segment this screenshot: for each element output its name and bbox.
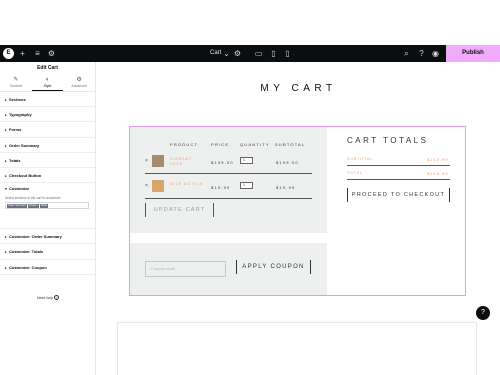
question-icon: ?	[53, 295, 59, 300]
product-price: $19.99	[211, 185, 231, 190]
page-name[interactable]: Cart	[210, 48, 221, 59]
panel-tabs: ✎ Content ◐ Style ⚙ Advanced	[0, 75, 95, 92]
tag-coupon[interactable]: Coupon	[27, 203, 39, 208]
chevron-down-icon[interactable]: ⌄	[221, 48, 232, 59]
tab-style[interactable]: ◐ Style	[31, 75, 64, 91]
tablet-icon[interactable]: ▯	[268, 48, 279, 59]
editor-sidebar: Edit Cart ✎ Content ◐ Style ⚙ Advanced ▸ Sec…	[0, 62, 96, 375]
quantity-input[interactable]: 1	[240, 182, 253, 189]
customize-header[interactable]: ▾ Customize	[5, 183, 95, 195]
section-customize-totals[interactable]: ▸ Customize: Totals	[0, 244, 95, 260]
coupon-code-input[interactable]: Coupon code	[145, 261, 226, 277]
tab-content[interactable]: ✎ Content	[0, 75, 32, 91]
need-help-link[interactable]: Need help ?	[0, 295, 96, 300]
remove-item-button[interactable]: ×	[145, 158, 148, 164]
subtotal-value: $218.99	[427, 157, 449, 162]
tab-advanced[interactable]: ⚙ Advanced	[63, 75, 95, 91]
section-order-summary[interactable]: ▸ Order Summary	[0, 138, 95, 153]
remove-item-button[interactable]: ×	[145, 183, 148, 189]
column-header-subtotal: SUBTOTAL	[275, 142, 306, 147]
help-label: Need help	[37, 296, 53, 300]
customize-description: Select sections of the cart to customize…	[5, 196, 62, 201]
product-thumbnail[interactable]	[152, 180, 164, 192]
product-price: $199.00	[211, 160, 234, 165]
section-label: Forms	[9, 127, 22, 133]
tab-label: Style	[43, 84, 52, 88]
section-customize-order-summary[interactable]: ▸ Customize: Order Summary	[0, 229, 95, 245]
add-icon[interactable]: +	[17, 48, 28, 59]
preview-icon[interactable]: ◉	[430, 48, 441, 59]
tab-label: Advanced	[71, 84, 87, 88]
gear-icon: ⚙	[76, 77, 82, 83]
section-label: Customize: Coupon	[9, 264, 47, 270]
section-label: Typography	[9, 112, 32, 118]
desktop-icon[interactable]: ▭	[253, 48, 264, 59]
row-divider	[145, 173, 312, 174]
help-fab-icon[interactable]: ?	[476, 306, 490, 320]
elementor-logo-icon[interactable]: E	[3, 48, 14, 59]
section-label: Totals	[9, 157, 21, 163]
panel-title: Edit Cart	[37, 65, 58, 71]
publish-button[interactable]: Publish	[446, 45, 500, 62]
mobile-icon[interactable]: ▯	[282, 48, 293, 59]
section-label: Customize: Order Summary	[9, 234, 62, 240]
totals-divider	[347, 179, 450, 180]
total-label: TOTAL	[347, 171, 363, 175]
tab-label: Content	[9, 84, 22, 88]
page-title: MY CART	[260, 83, 337, 94]
column-header-quantity: QUANTITY	[240, 142, 270, 147]
section-label: Sections	[9, 97, 26, 102]
section-typography[interactable]: ▸ Typography	[0, 107, 95, 123]
product-subtotal: $199.00	[276, 160, 299, 165]
top-toolbar: E + ≡ ⚙ Cart ⌄ ⚙ ▭ ▯ ▯ ⌕ ? ◉	[0, 45, 500, 62]
section-label: Order Summary	[9, 142, 40, 148]
update-cart-button[interactable]: UPDATE CART	[145, 203, 214, 217]
column-header-price: PRICE	[211, 142, 230, 147]
section-label: Checkout Button	[9, 172, 42, 178]
subtotal-label: SUBTOTAL	[347, 157, 374, 161]
help-icon[interactable]: ?	[416, 48, 427, 59]
section-customize: ▾ Customize Select sections of the cart t…	[0, 183, 95, 230]
section-sections[interactable]: ▸ Sections	[0, 92, 95, 108]
tag-totals[interactable]: Totals	[39, 203, 49, 208]
apply-coupon-button[interactable]: APPLY COUPON	[236, 260, 311, 274]
totals-divider	[347, 165, 450, 166]
product-name[interactable]: MILK BOTTLE	[170, 182, 206, 187]
total-value: $218.99	[427, 171, 449, 176]
page-settings-icon[interactable]: ⚙	[232, 48, 243, 59]
section-label: Customize	[9, 186, 30, 192]
column-header-product: PRODUCT	[170, 142, 199, 147]
next-section[interactable]	[117, 322, 477, 375]
quantity-input[interactable]: 1	[240, 157, 253, 164]
half-circle-icon: ◐	[45, 77, 50, 83]
proceed-to-checkout-button[interactable]: PROCEED TO CHECKOUT	[347, 188, 450, 202]
settings-icon[interactable]: ⚙	[46, 48, 57, 59]
section-totals[interactable]: ▸ Totals	[0, 153, 95, 168]
search-icon[interactable]: ⌕	[401, 48, 412, 59]
product-thumbnail[interactable]	[152, 155, 164, 167]
product-subtotal: $19.99	[276, 185, 296, 190]
section-customize-coupon[interactable]: ▸ Customize: Coupon	[0, 260, 95, 275]
row-divider	[145, 198, 312, 199]
section-label: Customize: Totals	[9, 249, 44, 255]
structure-icon[interactable]: ≡	[32, 48, 43, 59]
tag-order-summary[interactable]: Order Summary	[7, 203, 27, 208]
section-checkout-button[interactable]: ▸ Checkout Button	[0, 168, 95, 184]
pencil-icon: ✎	[13, 77, 19, 83]
customize-select[interactable]: Order Summary Coupon Totals	[5, 202, 89, 210]
product-name[interactable]: VIBRANT VASE	[170, 157, 206, 167]
cart-totals-title: CART TOTALS	[347, 136, 429, 145]
section-forms[interactable]: ▸ Forms	[0, 122, 95, 138]
